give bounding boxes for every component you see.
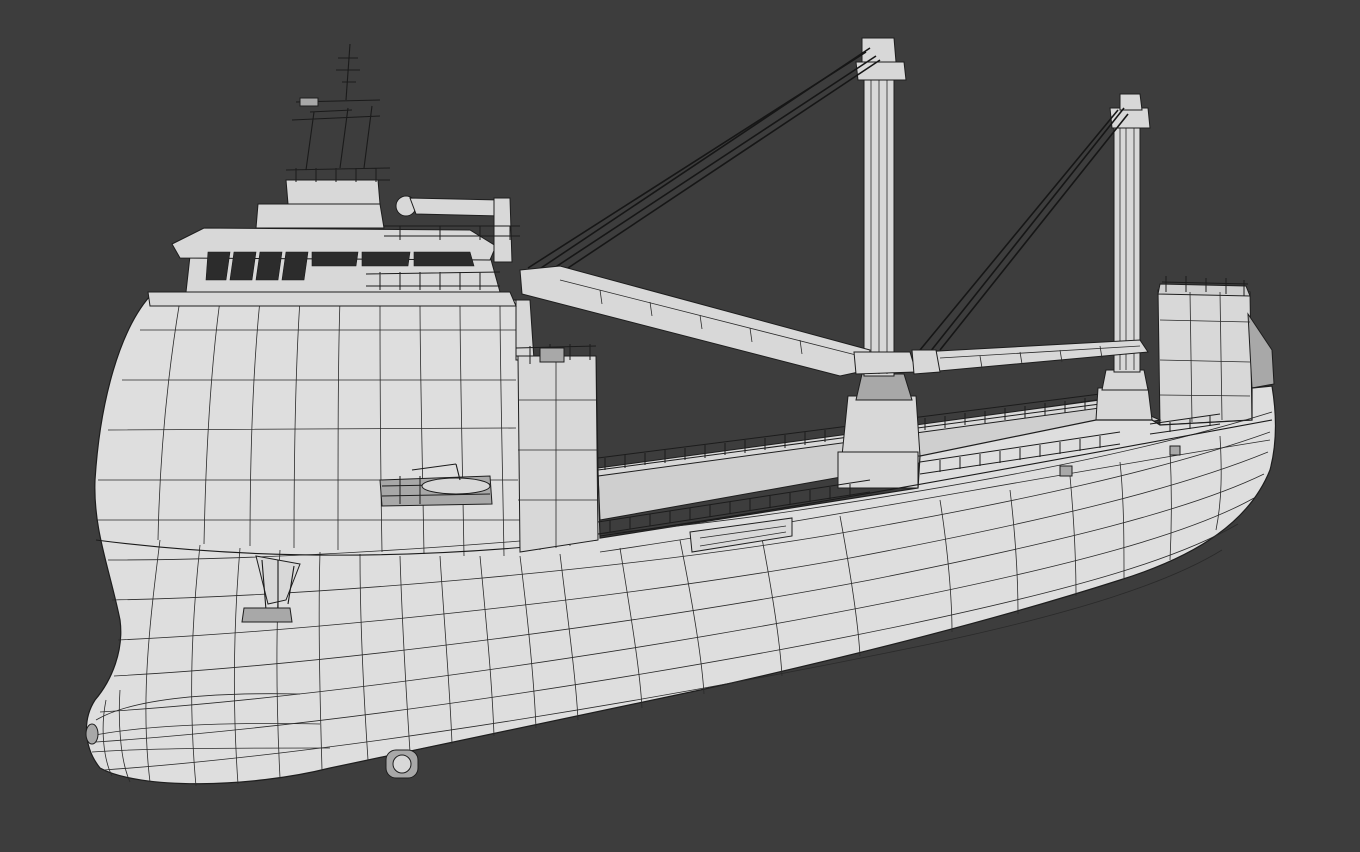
bridge [147,43,520,307]
hull-vent [1059,465,1073,477]
bow-thruster [385,749,419,779]
ship-model [85,37,1277,787]
radar-mast [291,43,381,171]
forward-superstructure [515,299,599,553]
hull [85,295,1277,787]
aft-crane [919,93,1153,421]
3d-viewport[interactable] [0,0,1360,852]
hull-vent [1169,445,1181,456]
